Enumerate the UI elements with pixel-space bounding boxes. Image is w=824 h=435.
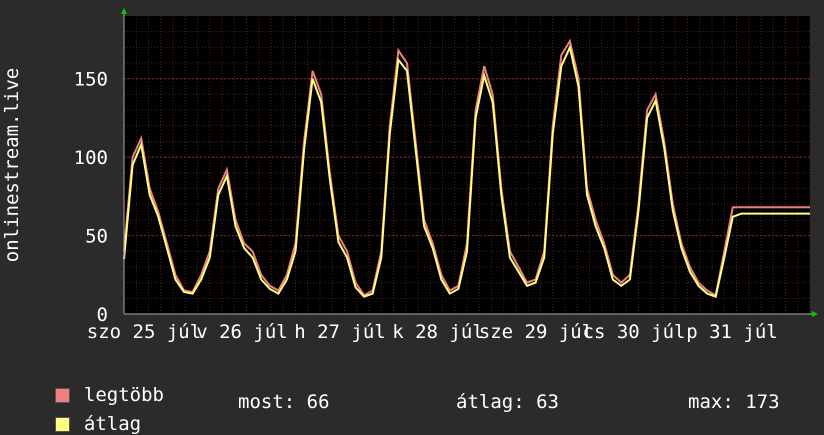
y-axis-label: onlinestream.live [1, 68, 23, 262]
x-tick-label: h 27 júl [294, 321, 386, 343]
stat-max: max: 173 [688, 391, 780, 413]
x-tick-label: p 31 júl [686, 321, 778, 343]
x-tick-label: sze 29 júl [479, 321, 593, 343]
y-tick-label: 150 [74, 69, 108, 91]
x-axis-arrow [812, 311, 818, 317]
legend-label-atlag: átlag [83, 413, 142, 435]
x-tick-label: szo 25 júl [87, 321, 201, 343]
legend-item-atlag: átlag [32, 391, 141, 435]
x-tick-label: cs 30 júl [583, 321, 686, 343]
y-tick-label: 100 [74, 147, 108, 169]
y-axis-arrow [121, 8, 127, 14]
x-tick-label: v 26 júl [196, 321, 288, 343]
x-axis-ticks: szo 25 júlv 26 júl h 27 júl k 28 júlsze 29… [87, 321, 778, 343]
y-tick-label: 50 [85, 226, 108, 248]
stat-most: most: 66 [238, 391, 330, 413]
y-axis-ticks: 050100150 [74, 69, 108, 326]
x-tick-label: k 28 júl [392, 321, 484, 343]
stat-atlag: átlag: 63 [456, 391, 559, 413]
plot-area [124, 16, 810, 314]
